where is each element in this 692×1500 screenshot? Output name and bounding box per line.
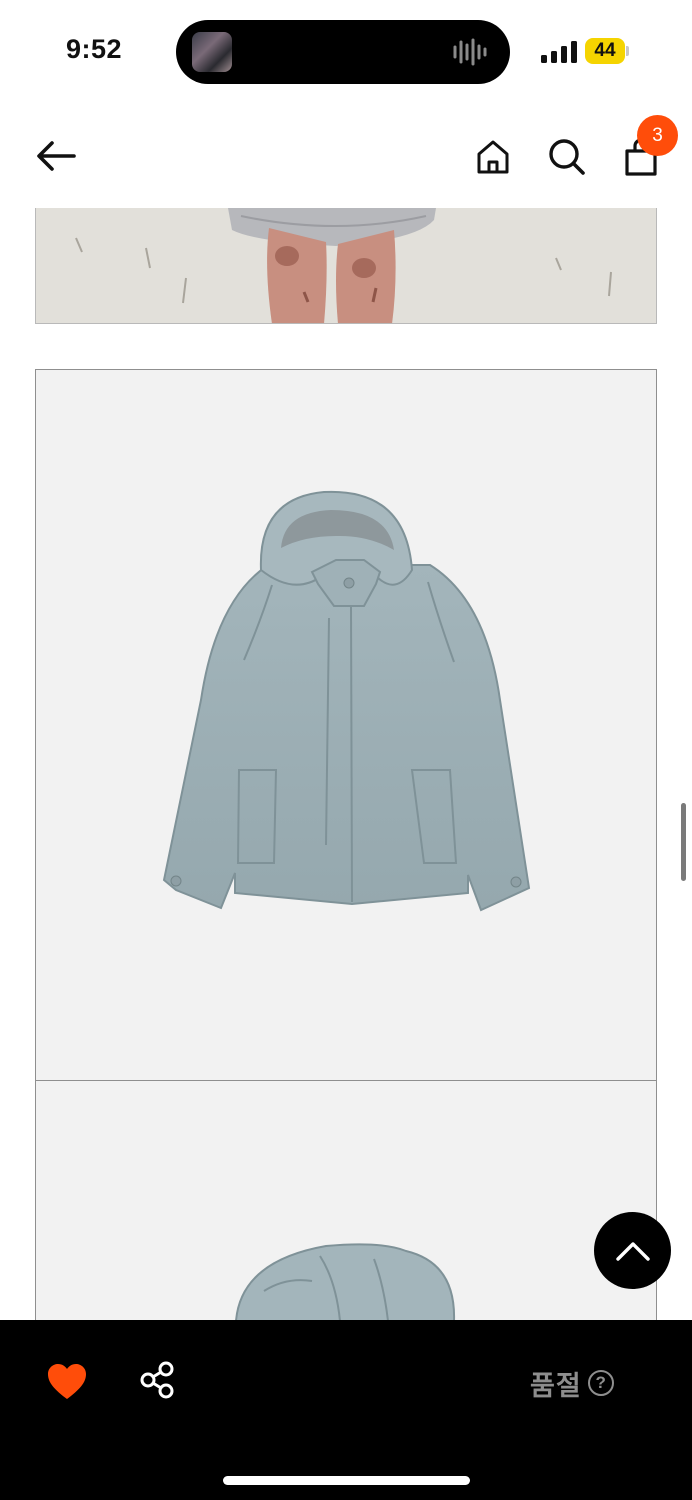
battery-tip	[626, 46, 629, 56]
help-circle-icon[interactable]: ?	[587, 1370, 614, 1396]
home-icon	[477, 140, 509, 174]
home-button[interactable]	[470, 134, 516, 180]
soldout-status[interactable]: 품절 ?	[530, 1366, 614, 1401]
search-button[interactable]	[544, 134, 590, 180]
scroll-to-top-button[interactable]	[594, 1212, 671, 1289]
model-photo	[35, 208, 657, 324]
product-detail-content	[0, 208, 692, 1320]
product-image-front[interactable]	[35, 369, 657, 1081]
search-icon	[549, 139, 585, 175]
cart-count-badge: 3	[637, 115, 678, 156]
hooded-jacket-detail-illustration	[235, 1243, 455, 1320]
home-indicator[interactable]	[223, 1476, 470, 1485]
like-button[interactable]	[46, 1362, 88, 1402]
hooded-jacket-illustration	[162, 490, 531, 912]
status-time: 9:52	[66, 34, 123, 64]
back-arrow-icon	[37, 141, 76, 171]
share-button[interactable]	[138, 1360, 178, 1400]
heart-icon	[48, 1364, 86, 1399]
model-photo-illustration	[36, 208, 656, 323]
top-navigation	[0, 110, 692, 206]
status-bar: 9:52 44	[0, 0, 692, 100]
scroll-indicator	[681, 803, 686, 881]
product-image-detail[interactable]	[35, 1081, 657, 1320]
scroll-to-top-icon	[615, 1241, 650, 1261]
share-icon	[140, 1361, 174, 1399]
battery-icon: 44	[585, 38, 625, 64]
bottom-action-bar: 품절 ?	[0, 1320, 692, 1500]
now-playing-artwork	[192, 32, 232, 72]
dynamic-island[interactable]	[176, 20, 510, 84]
back-button[interactable]	[30, 134, 82, 178]
cellular-signal-icon	[541, 41, 577, 63]
soldout-label: 품절	[530, 1370, 582, 1401]
audio-waveform-icon	[453, 38, 487, 66]
